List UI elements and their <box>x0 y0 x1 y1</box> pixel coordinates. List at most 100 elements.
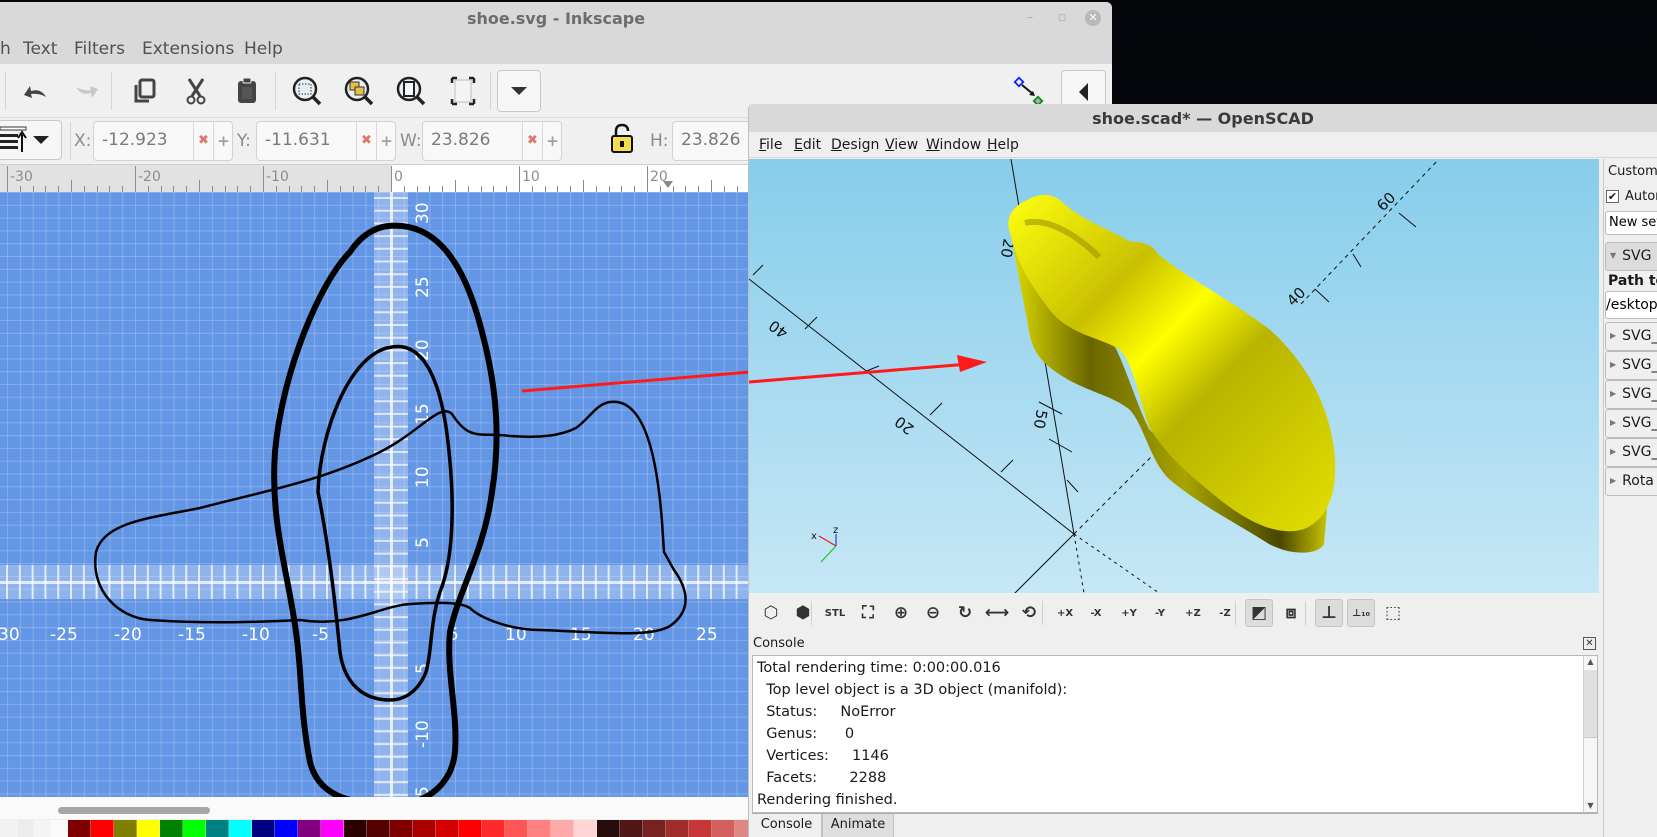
scroll-down-icon[interactable]: ▼ <box>1584 800 1597 812</box>
menu-file[interactable]: File <box>759 137 782 153</box>
group-svg-2[interactable]: ▶ SVG_ <box>1605 351 1657 380</box>
color-swatch[interactable] <box>367 820 390 837</box>
view-all-icon[interactable]: ⛶ <box>854 599 882 627</box>
menu-edit[interactable]: Edit <box>794 137 821 153</box>
color-swatch[interactable] <box>666 820 689 837</box>
group-svg-1[interactable]: ▶ SVG_ <box>1605 322 1657 351</box>
color-swatch[interactable] <box>482 820 505 837</box>
show-scale-markers-icon[interactable]: ⊥₁₀ <box>1347 599 1375 627</box>
color-swatch[interactable] <box>206 820 229 837</box>
color-swatch[interactable] <box>252 820 275 837</box>
color-swatch[interactable] <box>114 820 137 837</box>
x-decrement-icon[interactable]: ✖ <box>193 122 213 160</box>
show-axes-icon[interactable]: ⊥ <box>1315 599 1343 627</box>
paste-icon[interactable] <box>230 74 264 108</box>
maximize-icon[interactable]: ▫ <box>1054 10 1070 26</box>
menu-help[interactable]: Help <box>244 39 283 59</box>
color-swatch[interactable] <box>68 820 91 837</box>
group-svg[interactable]: ▼ SVG <box>1605 242 1657 271</box>
color-swatch[interactable] <box>298 820 321 837</box>
menu-help[interactable]: Help <box>987 137 1019 153</box>
scroll-up-icon[interactable]: ▲ <box>1584 656 1597 668</box>
checkbox-checked-icon[interactable]: ✔ <box>1606 190 1619 203</box>
dropdown-icon[interactable] <box>497 70 541 112</box>
align-dropdown[interactable] <box>0 120 62 160</box>
perspective-icon[interactable]: ◩ <box>1245 599 1273 627</box>
tab-animate[interactable]: Animate <box>822 814 894 837</box>
snap-icon[interactable] <box>1012 74 1046 108</box>
view-back-icon[interactable]: +Y <box>1115 599 1143 627</box>
fit-page-icon[interactable] <box>446 74 480 108</box>
w-increment-icon[interactable]: + <box>542 122 562 160</box>
close-icon[interactable]: ✕ <box>1085 10 1101 26</box>
horizontal-scrollbar-thumb[interactable] <box>58 807 210 814</box>
color-swatch[interactable] <box>137 820 160 837</box>
drawing-canvas[interactable]: 30 -25 -20 -15 -10 -5 5 10 15 20 25 30 2… <box>0 192 750 797</box>
openscad-titlebar[interactable]: shoe.scad* — OpenSCAD <box>749 104 1657 132</box>
reset-view-icon[interactable]: ↻ <box>951 599 979 627</box>
x-input[interactable] <box>102 130 198 150</box>
automatic-preview-checkbox[interactable]: ✔ Automatic Preview <box>1606 189 1657 204</box>
zoom-out-icon[interactable]: ⊖ <box>919 599 947 627</box>
cut-icon[interactable] <box>179 74 213 108</box>
color-swatch[interactable] <box>17 820 34 837</box>
color-swatch[interactable] <box>413 820 436 837</box>
orthogonal-icon[interactable]: ⧈ <box>1277 599 1305 627</box>
color-swatch[interactable] <box>712 820 735 837</box>
menu-filters[interactable]: Filters <box>74 39 125 59</box>
color-swatch[interactable] <box>436 820 459 837</box>
color-swatch[interactable] <box>551 820 574 837</box>
lock-ratio-icon[interactable] <box>605 122 639 156</box>
preview-icon[interactable]: ⬡ <box>757 599 785 627</box>
color-swatch[interactable] <box>643 820 666 837</box>
color-swatch[interactable] <box>0 820 17 837</box>
view-front-icon[interactable]: -Y <box>1146 599 1174 627</box>
color-swatch[interactable] <box>528 820 551 837</box>
color-swatch[interactable] <box>344 820 367 837</box>
y-field[interactable]: ✖ + <box>256 121 396 161</box>
color-swatch[interactable] <box>390 820 413 837</box>
zoom-page-icon[interactable] <box>394 74 428 108</box>
redo-icon[interactable] <box>70 74 104 108</box>
render-icon[interactable]: ⬢ <box>789 599 817 627</box>
horizontal-scrollbar[interactable] <box>0 797 750 819</box>
zoom-in-icon[interactable]: ⊕ <box>887 599 915 627</box>
zoom-selection-icon[interactable] <box>290 74 324 108</box>
view-top-icon[interactable]: +Z <box>1179 599 1207 627</box>
color-swatch[interactable] <box>275 820 298 837</box>
color-swatch[interactable] <box>459 820 482 837</box>
undo-icon[interactable] <box>18 74 52 108</box>
menu-text[interactable]: Text <box>23 39 57 59</box>
color-swatch[interactable] <box>229 820 252 837</box>
path-input[interactable]: esktop/ <box>1605 291 1657 319</box>
menu-extensions[interactable]: Extensions <box>142 39 234 59</box>
minimize-icon[interactable]: – <box>1022 10 1038 26</box>
console-output[interactable]: Total rendering time: 0:00:00.016 Top le… <box>752 655 1598 813</box>
view-right-icon[interactable]: +X <box>1051 599 1079 627</box>
w-field[interactable]: ✖ + <box>422 121 562 161</box>
menu-path[interactable]: h <box>0 39 11 59</box>
color-swatch[interactable] <box>689 820 712 837</box>
view-left-icon[interactable]: -X <box>1082 599 1110 627</box>
y-increment-icon[interactable]: + <box>376 122 396 160</box>
group-svg-4[interactable]: ▶ SVG_ <box>1605 409 1657 438</box>
export-stl-icon[interactable]: STL <box>821 599 849 627</box>
color-swatch[interactable] <box>91 820 114 837</box>
color-swatch[interactable] <box>51 820 68 837</box>
view-bottom-icon[interactable]: -Z <box>1211 599 1239 627</box>
color-swatch[interactable] <box>597 820 620 837</box>
color-swatch[interactable] <box>321 820 344 837</box>
group-rotation[interactable]: ▶ Rota <box>1605 467 1657 496</box>
color-swatch[interactable] <box>160 820 183 837</box>
show-edges-icon[interactable]: ⬚ <box>1379 599 1407 627</box>
close-console-icon[interactable]: ✕ <box>1583 637 1596 650</box>
view-scale-icon[interactable]: ⟷ <box>983 599 1011 627</box>
console-scrollbar[interactable]: ▲ ▼ <box>1583 656 1597 812</box>
console-scrollbar-thumb[interactable] <box>1584 670 1597 738</box>
menu-window[interactable]: Window <box>926 137 981 153</box>
zoom-drawing-icon[interactable] <box>342 74 376 108</box>
x-field[interactable]: ✖ + <box>93 121 233 161</box>
menu-view[interactable]: View <box>885 137 918 153</box>
y-decrement-icon[interactable]: ✖ <box>356 122 376 160</box>
y-input[interactable] <box>265 130 361 150</box>
